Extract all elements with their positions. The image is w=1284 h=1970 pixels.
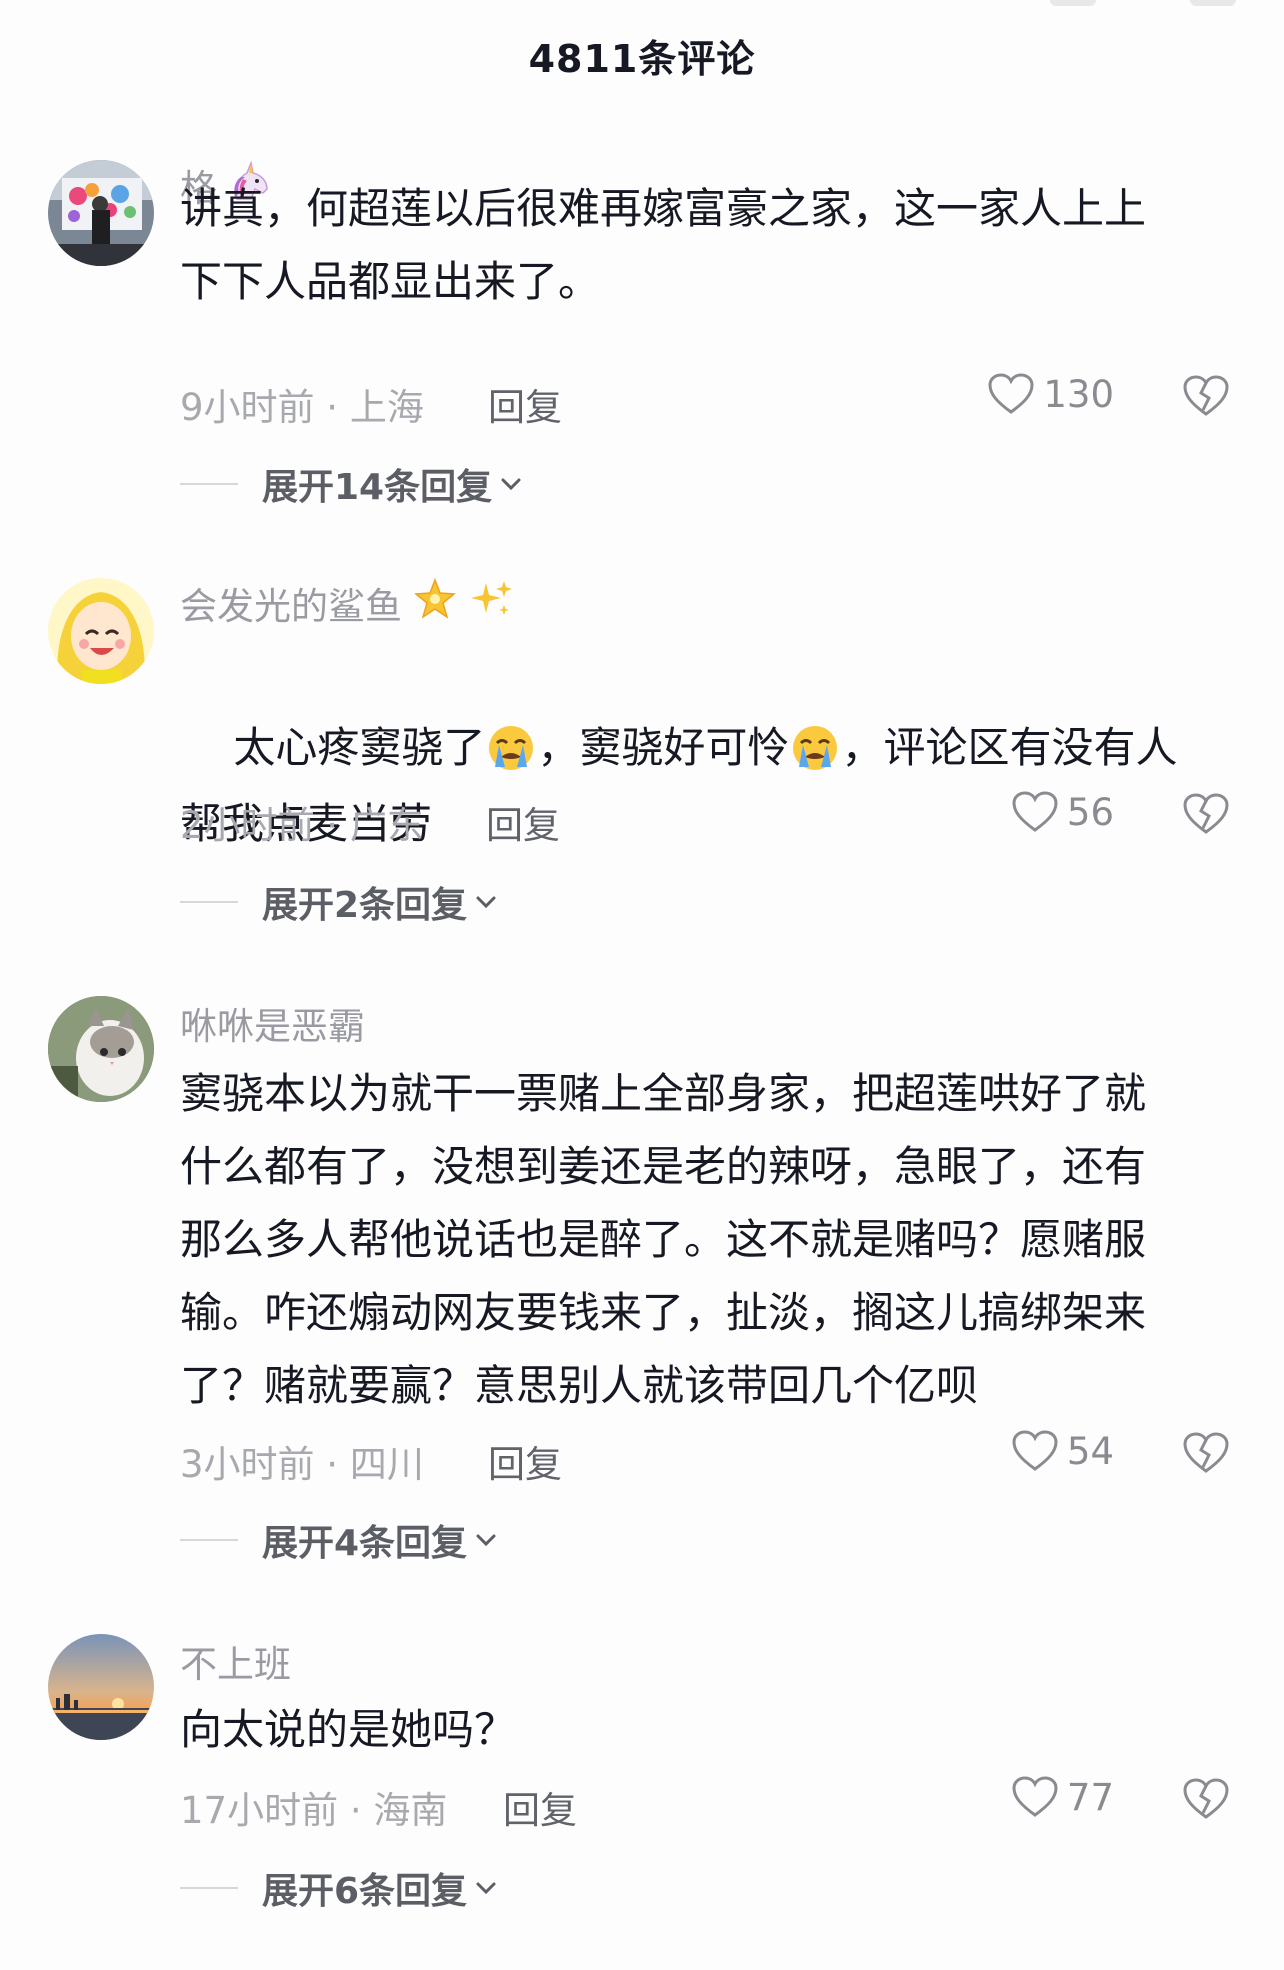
comment-text: 向太说的是她吗？ [180, 1705, 517, 1754]
comments-count-title: 4811条评论 [528, 37, 756, 81]
comment-text: 窦骁本以为就干一票赌上全部身家，把超莲哄好了就 什么都有了，没想到姜还是老的辣呀… [180, 1069, 1147, 1410]
broken-heart-icon[interactable] [1182, 1431, 1230, 1475]
heart-outline-icon [988, 373, 1034, 414]
reply-button[interactable]: 回复 [486, 795, 560, 849]
glowing-star-icon [412, 577, 458, 630]
like-count: 77 [1066, 1775, 1114, 1819]
avatar[interactable] [48, 996, 154, 1102]
username-text[interactable]: 不上班 [180, 1634, 291, 1688]
username-text[interactable]: 咻咻是恶霸 [180, 996, 365, 1050]
comment-text-part: ，评论区有没有人 [841, 723, 1178, 772]
broken-heart-icon[interactable] [1182, 374, 1230, 418]
like-count: 56 [1066, 790, 1114, 834]
chevron-down-icon [476, 896, 496, 909]
chevron-down-icon [501, 478, 521, 491]
avatar[interactable] [48, 1634, 154, 1740]
avatar[interactable] [48, 578, 154, 684]
expand-replies[interactable]: 展开4条回复 [180, 1514, 499, 1566]
expand-replies[interactable]: 展开2条回复 [180, 876, 499, 928]
sparkles-icon [468, 577, 514, 630]
comment-meta: 2小时前 · 广东 [180, 804, 424, 847]
like-count: 54 [1066, 1429, 1114, 1473]
divider [180, 483, 238, 485]
divider [180, 1887, 238, 1889]
comment-meta: 17小时前 · 海南 [180, 1789, 448, 1832]
reply-button[interactable]: 回复 [488, 1434, 562, 1488]
comment-text-part: ，窦骁好可怜 [537, 723, 790, 772]
comment-username[interactable]: 会发光的鲨鱼 [180, 576, 514, 630]
loudly-crying-face-icon [485, 714, 537, 787]
divider [180, 901, 238, 903]
expand-replies[interactable]: 展开14条回复 [180, 458, 524, 510]
heart-outline-icon [1012, 1430, 1058, 1471]
comment-text: 讲真，何超莲以后很难再嫁富豪之家，这一家人上上 下下人品都显出来了。 [180, 184, 1147, 306]
broken-heart-icon[interactable] [1182, 792, 1230, 836]
like-button[interactable]: 130 [987, 372, 1114, 416]
expand-replies-label[interactable]: 展开2条回复 [262, 876, 467, 928]
expand-replies-label[interactable]: 展开4条回复 [262, 1514, 467, 1566]
top-handle-right [1190, 0, 1236, 6]
like-button[interactable]: 77 [1011, 1775, 1114, 1819]
broken-heart-icon[interactable] [1182, 1777, 1230, 1821]
comment-username[interactable]: 咻咻是恶霸 [180, 996, 365, 1050]
reply-button[interactable]: 回复 [488, 377, 562, 431]
divider [180, 1539, 238, 1541]
expand-replies-label[interactable]: 展开14条回复 [262, 458, 492, 510]
chevron-down-icon [476, 1882, 496, 1895]
loudly-crying-face-icon [789, 714, 841, 787]
chevron-down-icon [476, 1534, 496, 1547]
comment-meta: 3小时前 · 四川 [180, 1443, 424, 1486]
top-handle-left [1050, 0, 1096, 6]
heart-outline-icon [1012, 791, 1058, 832]
username-text[interactable]: 会发光的鲨鱼 [180, 576, 402, 630]
like-button[interactable]: 56 [1011, 790, 1114, 834]
like-count: 130 [1043, 372, 1114, 416]
comment-username[interactable]: 不上班 [180, 1634, 291, 1688]
comment-text-part: 太心疼窦骁了 [233, 723, 486, 772]
expand-replies-label[interactable]: 展开6条回复 [262, 1862, 467, 1914]
expand-replies[interactable]: 展开6条回复 [180, 1862, 499, 1914]
comment-meta: 9小时前 · 上海 [180, 386, 424, 429]
avatar[interactable] [48, 160, 154, 266]
reply-button[interactable]: 回复 [503, 1780, 577, 1834]
like-button[interactable]: 54 [1011, 1429, 1114, 1473]
heart-outline-icon [1012, 1776, 1058, 1817]
